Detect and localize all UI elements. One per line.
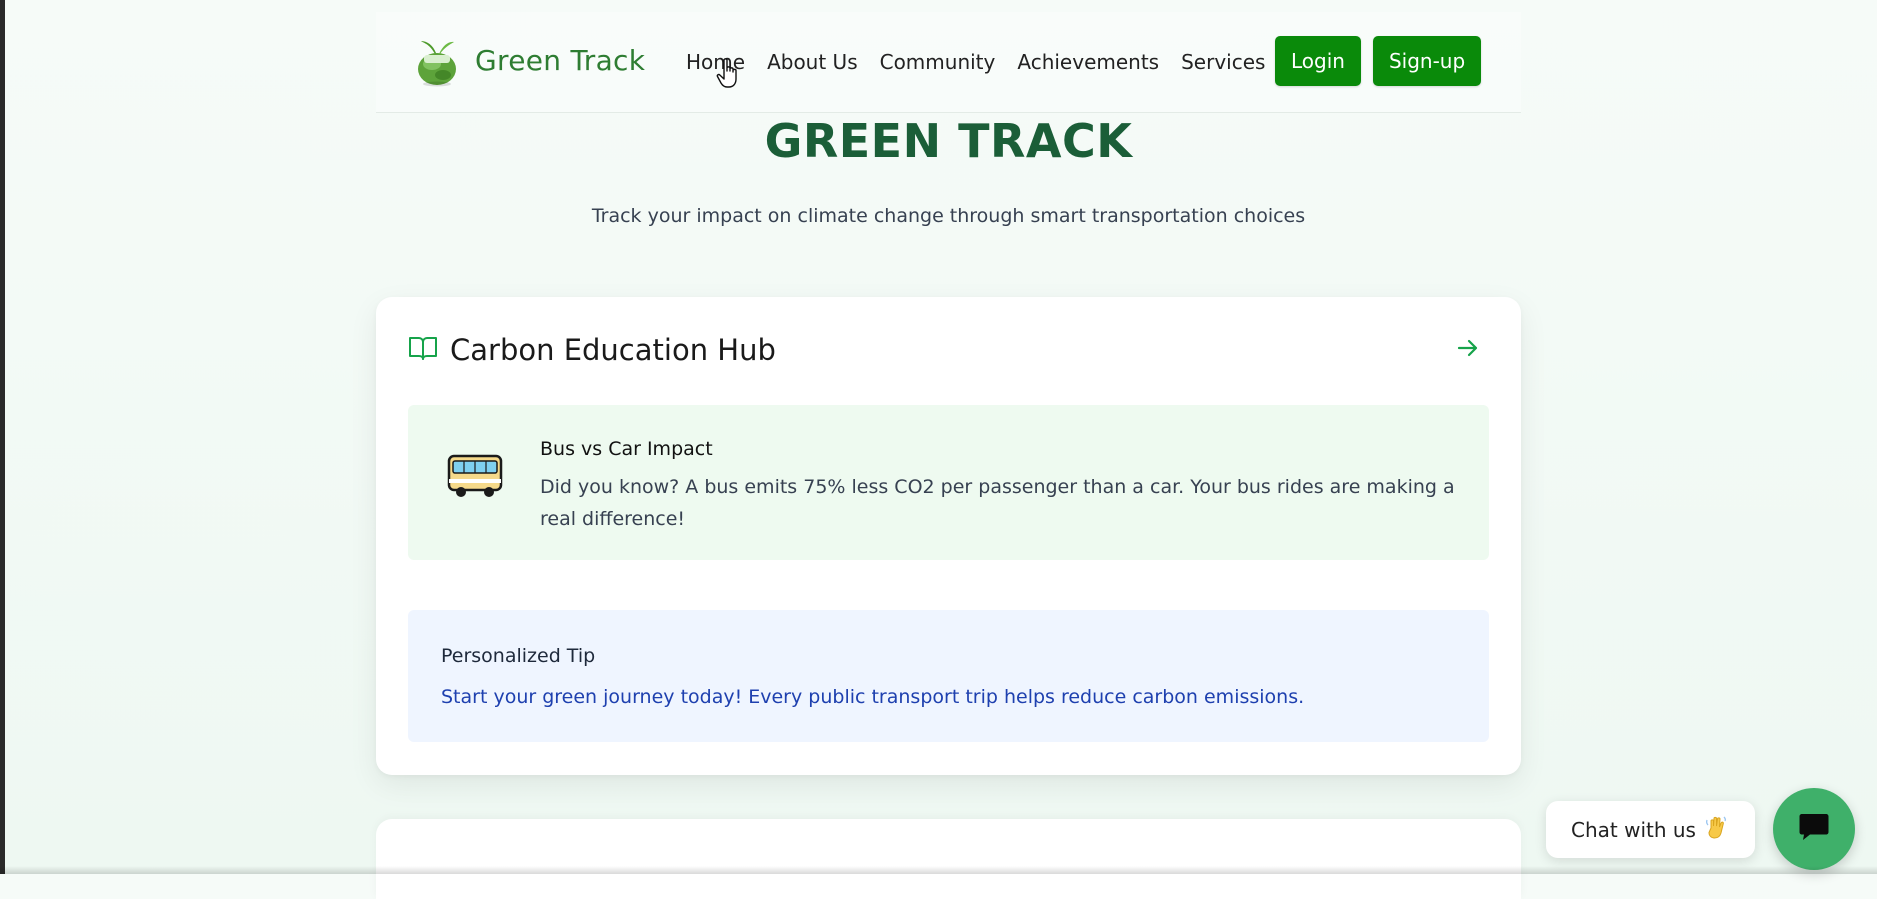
- carbon-education-card: Carbon Education Hub Bus vs Car Impact D…: [376, 297, 1521, 775]
- hero-subtitle: Track your impact on climate change thro…: [591, 205, 1306, 227]
- personalized-tip-box: Personalized Tip Start your green journe…: [408, 610, 1489, 742]
- nav-link-about-us[interactable]: About Us: [767, 50, 858, 74]
- nav-buttons: Login Sign-up: [1275, 36, 1482, 86]
- chat-with-us-pill[interactable]: Chat with us: [1546, 801, 1755, 858]
- fact-box: Bus vs Car Impact Did you know? A bus em…: [408, 405, 1489, 560]
- signup-button[interactable]: Sign-up: [1372, 36, 1482, 86]
- chat-label: Chat with us: [1571, 817, 1696, 842]
- globe-leaf-logo: [413, 33, 461, 88]
- nav-link-services[interactable]: Services: [1181, 50, 1265, 74]
- chat-bubble-button[interactable]: [1773, 788, 1855, 870]
- brand-name: Green Track: [475, 44, 646, 77]
- tip-title: Personalized Tip: [441, 645, 596, 667]
- book-open-icon: [408, 335, 438, 365]
- hand-pointer-cursor: [716, 58, 742, 90]
- navbar: Green Track Home About Us Community Achi…: [376, 12, 1521, 113]
- nav-links: Home About Us Community Achievements Ser…: [686, 50, 1265, 74]
- fact-title: Bus vs Car Impact: [540, 438, 713, 460]
- window-bottom-edge: [0, 866, 1877, 874]
- nav-link-achievements[interactable]: Achievements: [1017, 50, 1159, 74]
- next-section-card: [376, 819, 1521, 899]
- card-title: Carbon Education Hub: [450, 333, 776, 367]
- chat-bubble-icon: [1798, 812, 1830, 846]
- window-left-edge: [0, 0, 5, 874]
- tip-text: Start your green journey today! Every pu…: [441, 686, 1305, 708]
- fact-text: Did you know? A bus emits 75% less CO2 p…: [540, 476, 1455, 530]
- brand[interactable]: Green Track: [413, 33, 645, 88]
- hero-title: GREEN TRACK: [764, 114, 1133, 168]
- arrow-right-icon[interactable]: [1455, 335, 1481, 361]
- card-header: Carbon Education Hub: [408, 333, 776, 367]
- nav-link-community[interactable]: Community: [880, 50, 996, 74]
- waving-hand-icon: [1704, 814, 1730, 845]
- bus-icon: [446, 453, 504, 501]
- login-button[interactable]: Login: [1275, 36, 1361, 86]
